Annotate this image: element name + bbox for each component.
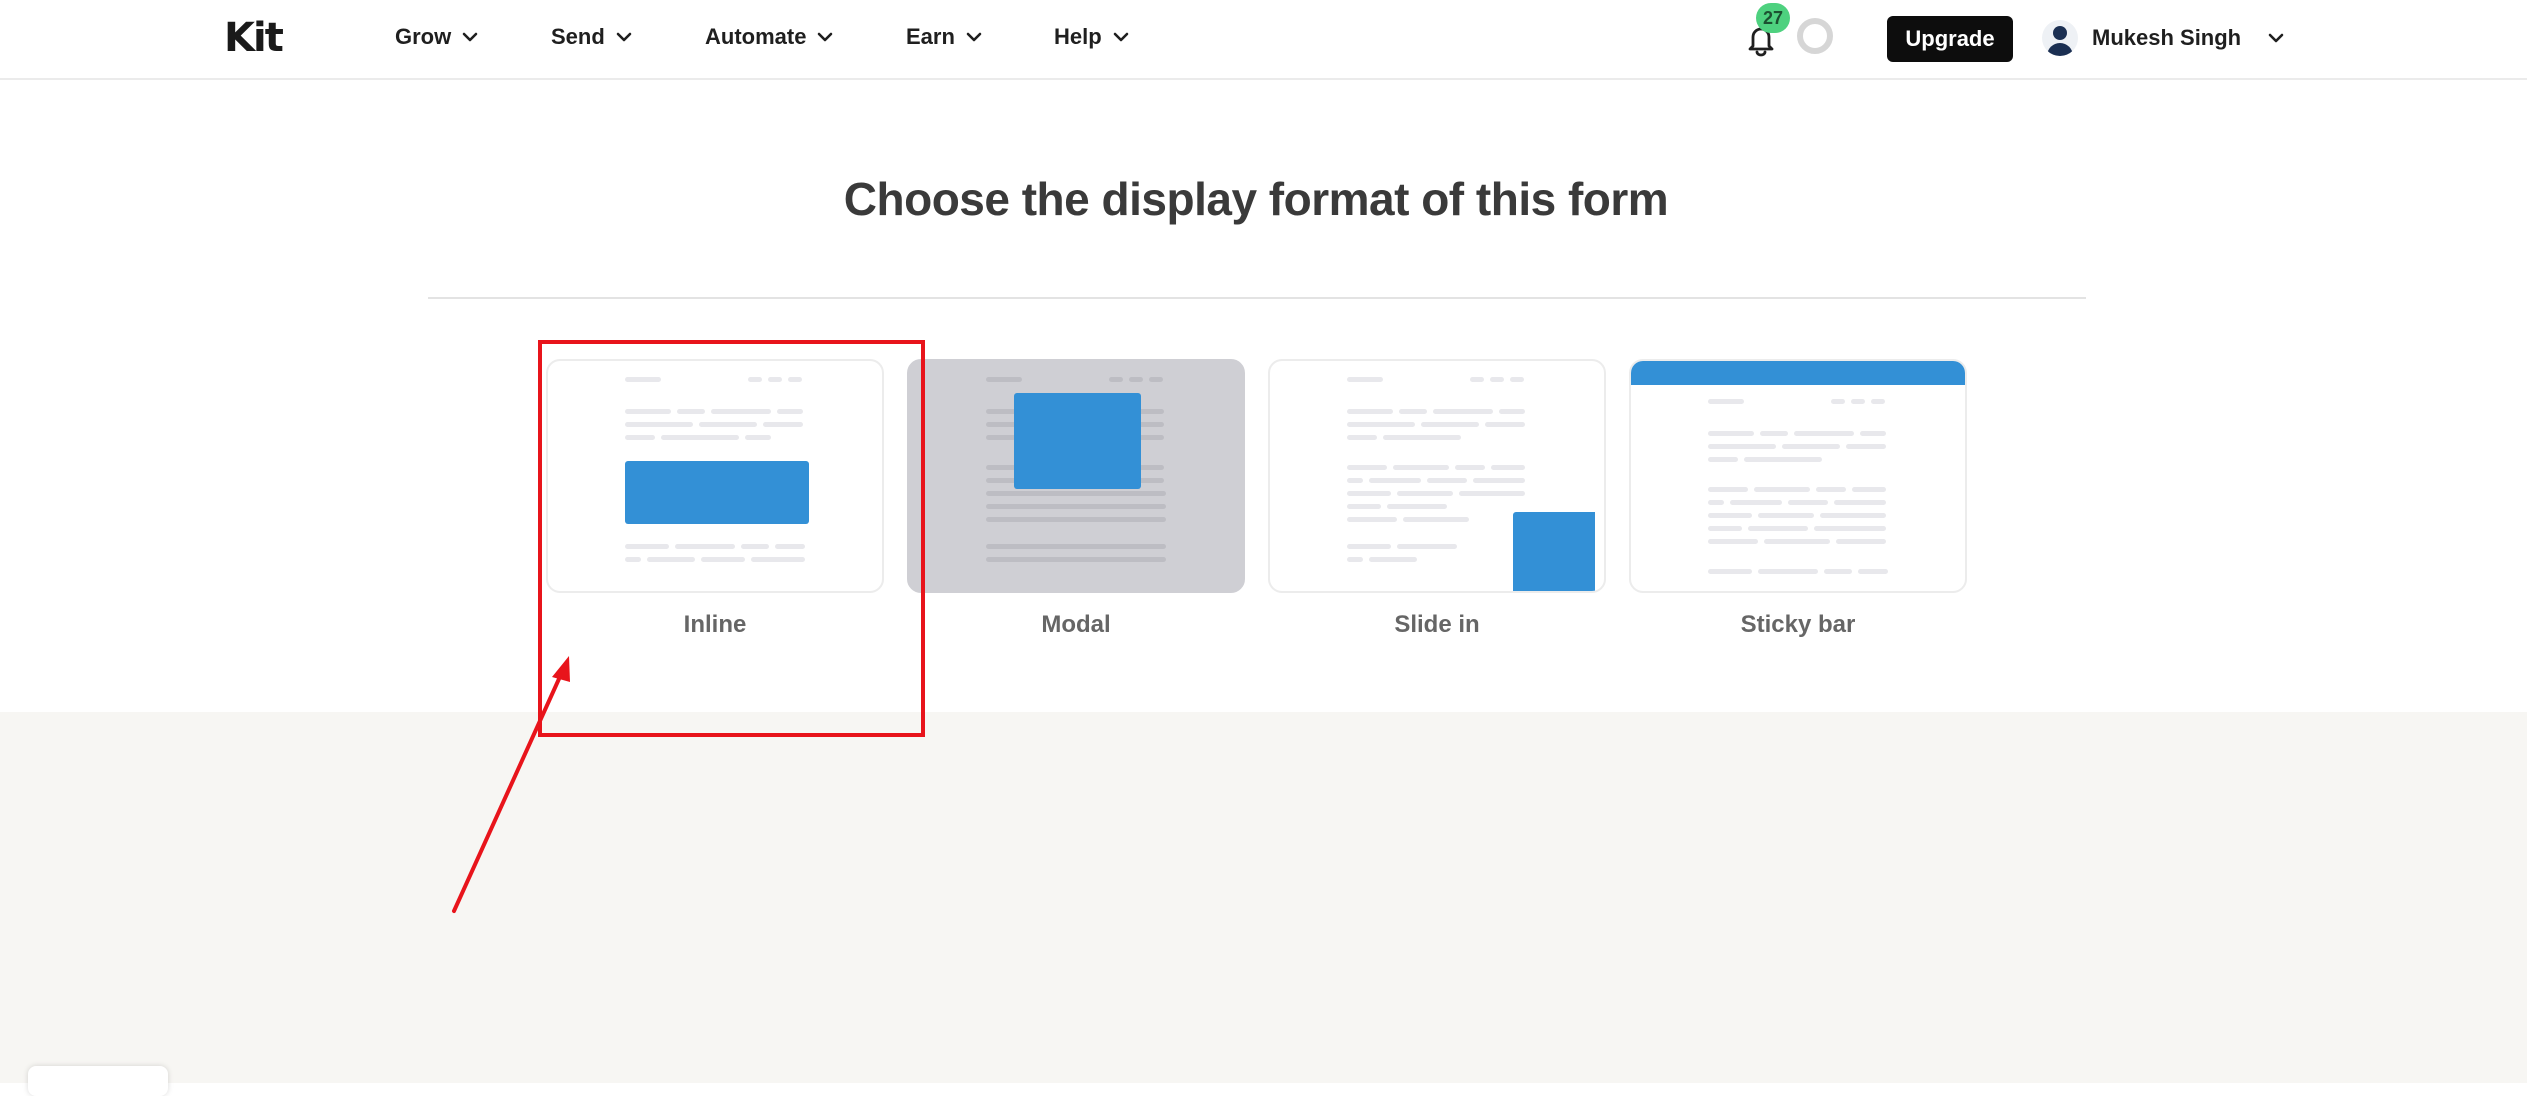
top-nav-bar: Kit Grow Send Automate Earn Help 27 Upgr… <box>0 0 2527 80</box>
user-menu[interactable]: Mukesh Singh <box>2042 18 2285 58</box>
format-card-sticky-bar[interactable] <box>1629 359 1967 593</box>
nav-help-label: Help <box>1054 24 1102 49</box>
format-card-slide-in[interactable] <box>1268 359 1606 593</box>
nav-send[interactable]: Send <box>551 22 633 52</box>
avatar <box>2042 20 2078 56</box>
format-card-inline[interactable] <box>546 359 884 593</box>
kit-logo[interactable]: Kit <box>224 16 284 60</box>
nav-automate-label: Automate <box>705 24 807 49</box>
notification-count-badge: 27 <box>1756 3 1790 33</box>
chevron-down-icon <box>2268 33 2284 43</box>
chevron-down-icon <box>818 32 833 42</box>
format-label-modal[interactable]: Modal <box>907 611 1245 639</box>
loading-ring-icon <box>1797 18 1833 54</box>
nav-grow[interactable]: Grow <box>395 22 479 52</box>
nav-automate[interactable]: Automate <box>705 22 834 52</box>
format-label-slide-in[interactable]: Slide in <box>1268 611 1606 639</box>
nav-earn-label: Earn <box>906 24 955 49</box>
nav-earn[interactable]: Earn <box>906 22 983 52</box>
content-footer-area <box>0 712 2527 1083</box>
upgrade-button[interactable]: Upgrade <box>1887 16 2013 62</box>
user-silhouette-icon <box>2047 26 2073 56</box>
nav-grow-label: Grow <box>395 24 452 49</box>
chevron-down-icon <box>462 32 478 42</box>
corner-widget-tab[interactable] <box>28 1066 168 1096</box>
chevron-down-icon <box>966 32 982 42</box>
format-label-sticky-bar[interactable]: Sticky bar <box>1629 611 1967 639</box>
nav-send-label: Send <box>551 24 605 49</box>
nav-help[interactable]: Help <box>1054 22 1130 52</box>
user-name: Mukesh Singh <box>2092 25 2242 50</box>
chevron-down-icon <box>1113 32 1128 42</box>
page-title: Choose the display format of this form <box>843 173 1669 225</box>
format-label-inline[interactable]: Inline <box>546 611 884 639</box>
divider <box>428 297 2086 299</box>
chevron-down-icon <box>616 32 632 42</box>
format-card-modal[interactable] <box>907 359 1245 593</box>
annotation-arrow-head <box>552 656 570 682</box>
